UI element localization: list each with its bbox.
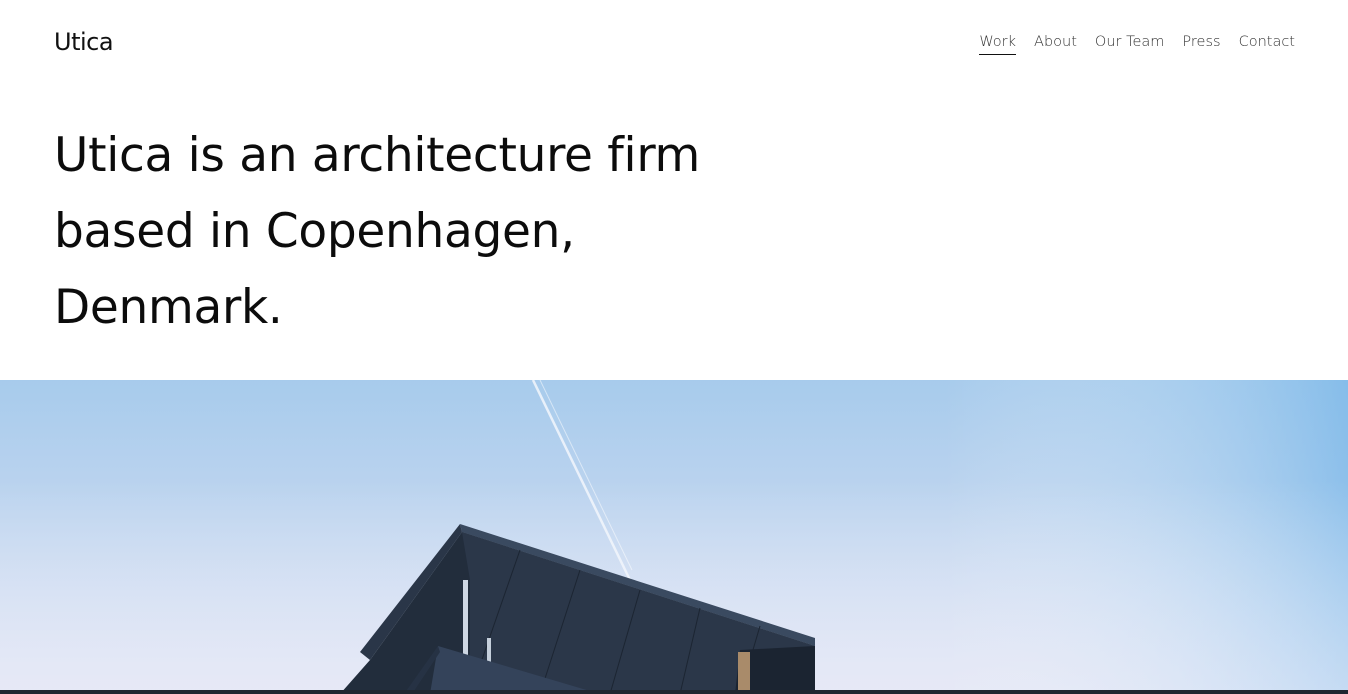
- hero-image: [0, 380, 1348, 694]
- page: Utica Work About Our Team Press Contact …: [0, 0, 1348, 694]
- nav-item-work[interactable]: Work: [979, 34, 1017, 55]
- nav-item-about[interactable]: About: [1034, 34, 1077, 55]
- building-photo: [0, 380, 1348, 694]
- nav-item-contact[interactable]: Contact: [1239, 34, 1295, 55]
- nav-item-our-team[interactable]: Our Team: [1095, 34, 1165, 55]
- nav-item-press[interactable]: Press: [1182, 34, 1220, 55]
- site-header: Utica Work About Our Team Press Contact: [0, 0, 1348, 86]
- hero-headline: Utica is an architecture firm based in C…: [54, 128, 700, 335]
- main-nav: Work About Our Team Press Contact: [979, 34, 1295, 55]
- site-logo[interactable]: Utica: [54, 28, 114, 56]
